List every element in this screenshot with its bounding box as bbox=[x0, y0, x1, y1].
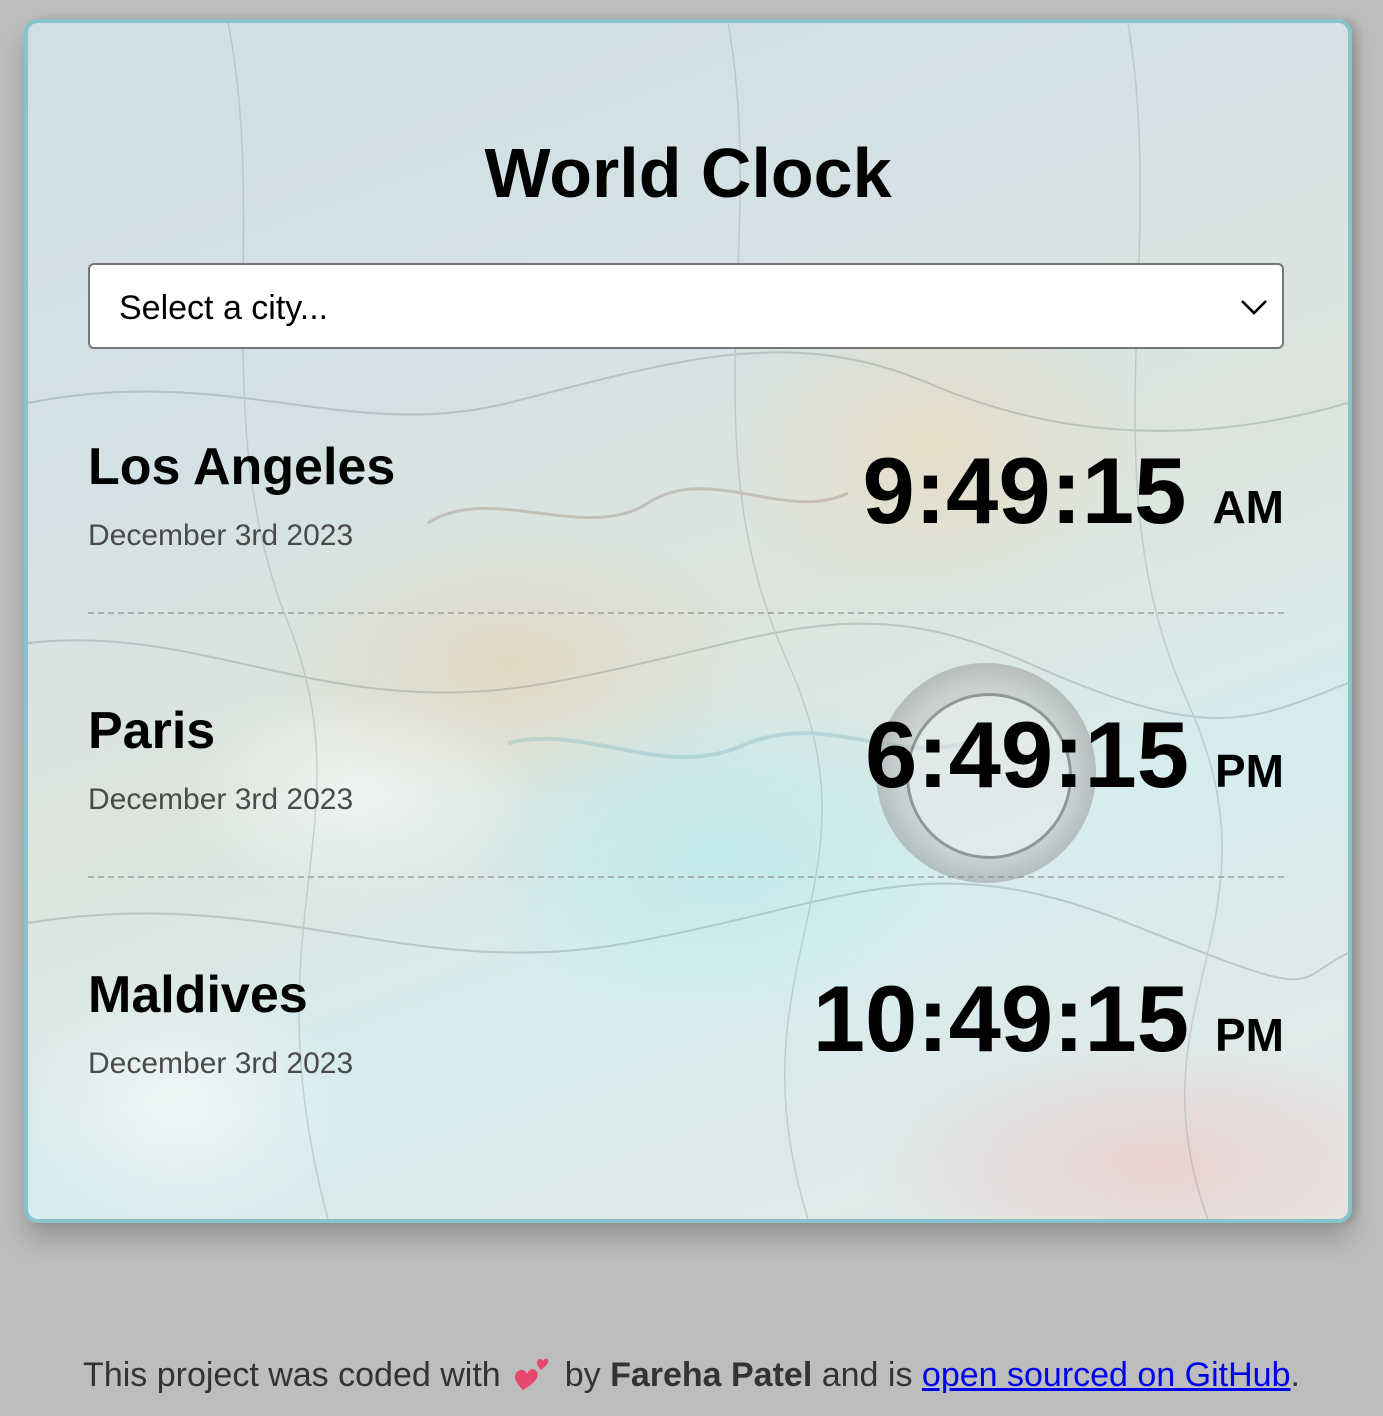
time-digits: 6:49:15 bbox=[865, 702, 1189, 807]
city-time: 9:49:15 AM bbox=[862, 437, 1284, 545]
city-row-paris: Paris December 3rd 2023 6:49:15 PM bbox=[88, 695, 1284, 959]
city-select-value: Select a city... bbox=[119, 289, 329, 327]
city-divider bbox=[88, 612, 1284, 614]
city-time: 6:49:15 PM bbox=[865, 701, 1284, 809]
time-ampm: PM bbox=[1215, 1009, 1284, 1061]
city-row-maldives: Maldives December 3rd 2023 10:49:15 PM bbox=[88, 959, 1284, 1219]
city-select[interactable]: Select a city... bbox=[88, 263, 1284, 349]
city-time: 10:49:15 PM bbox=[813, 965, 1284, 1073]
time-ampm: PM bbox=[1215, 745, 1284, 797]
github-link[interactable]: open sourced on GitHub bbox=[922, 1356, 1291, 1394]
page-title: World Clock bbox=[484, 134, 892, 212]
footer-middle: and is bbox=[821, 1356, 913, 1394]
city-date: December 3rd 2023 bbox=[88, 519, 354, 552]
footer-author: Fareha Patel bbox=[610, 1356, 813, 1394]
footer-prefix: This project was coded with bbox=[83, 1356, 501, 1394]
city-divider bbox=[88, 876, 1284, 878]
time-ampm: AM bbox=[1212, 481, 1284, 533]
world-clock-card: World Clock Select a city... Los Angeles… bbox=[24, 19, 1352, 1223]
time-digits: 9:49:15 bbox=[862, 438, 1187, 543]
city-date: December 3rd 2023 bbox=[88, 783, 354, 816]
chevron-down-icon bbox=[1241, 300, 1267, 315]
city-name: Los Angeles bbox=[88, 438, 396, 496]
footer: This project was coded with by Fareha Pa… bbox=[0, 1352, 1383, 1395]
footer-by: by bbox=[564, 1356, 601, 1394]
city-name: Paris bbox=[88, 702, 216, 760]
time-digits: 10:49:15 bbox=[812, 966, 1189, 1071]
city-date: December 3rd 2023 bbox=[88, 1047, 354, 1080]
city-row-los-angeles: Los Angeles December 3rd 2023 9:49:15 AM bbox=[88, 431, 1284, 695]
two-hearts-icon bbox=[514, 1358, 548, 1390]
footer-suffix: . bbox=[1290, 1356, 1300, 1394]
city-name: Maldives bbox=[88, 966, 308, 1024]
